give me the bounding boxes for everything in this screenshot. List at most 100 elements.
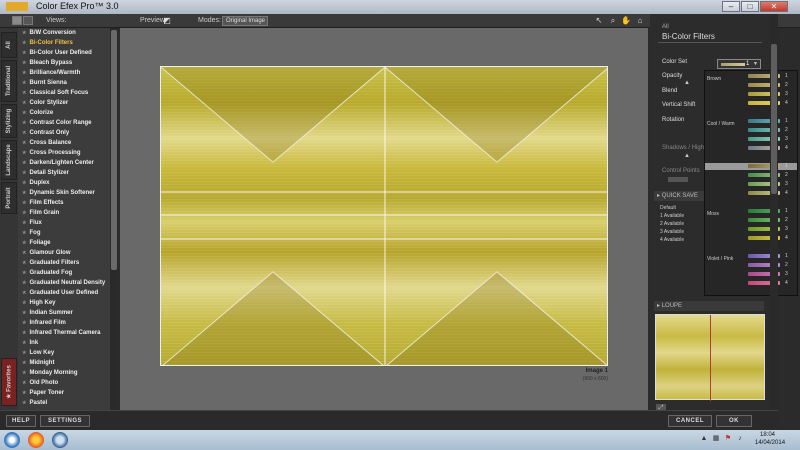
- favorite-star-icon[interactable]: ★: [22, 80, 26, 86]
- firefox-icon[interactable]: [28, 432, 44, 448]
- filter-item[interactable]: ★ Cross Processing: [18, 148, 110, 158]
- filter-item[interactable]: ★ Color Stylizer: [18, 98, 110, 108]
- modes-select[interactable]: Original Image: [222, 16, 268, 26]
- zoom-icon[interactable]: ⌕: [608, 16, 618, 26]
- favorite-star-icon[interactable]: ★: [22, 390, 26, 396]
- filter-item[interactable]: ★ Cross Balance: [18, 138, 110, 148]
- filter-item[interactable]: ★ Graduated Filters: [18, 258, 110, 268]
- favorite-star-icon[interactable]: ★: [22, 320, 26, 326]
- favorite-star-icon[interactable]: ★: [22, 90, 26, 96]
- app-task-icon[interactable]: [52, 432, 68, 448]
- favorite-star-icon[interactable]: ★: [22, 110, 26, 116]
- favorite-star-icon[interactable]: ★: [22, 70, 26, 76]
- filter-item[interactable]: ★ Infrared Film: [18, 318, 110, 328]
- favorite-star-icon[interactable]: ★: [22, 150, 26, 156]
- quick-save-slot-2[interactable]: 2 Available: [660, 221, 684, 227]
- filter-item[interactable]: ★ Fog: [18, 228, 110, 238]
- favorite-star-icon[interactable]: ★: [22, 280, 26, 286]
- tab-traditional[interactable]: Traditional: [1, 60, 17, 102]
- favorite-star-icon[interactable]: ★: [22, 260, 26, 266]
- favorite-star-icon[interactable]: ★: [22, 300, 26, 306]
- start-button[interactable]: [4, 432, 20, 448]
- favorite-star-icon[interactable]: ★: [22, 350, 26, 356]
- filter-list-scrollbar[interactable]: [110, 28, 118, 410]
- favorite-star-icon[interactable]: ★: [22, 40, 26, 46]
- filter-item[interactable]: ★ Monday Morning: [18, 368, 110, 378]
- pointer-icon[interactable]: ↖: [594, 16, 604, 26]
- ok-button[interactable]: OK: [716, 415, 752, 427]
- filter-item[interactable]: ★ Low Key: [18, 348, 110, 358]
- add-control-point-button[interactable]: [668, 177, 688, 182]
- split-view-button[interactable]: [23, 16, 33, 25]
- favorite-star-icon[interactable]: ★: [22, 360, 26, 366]
- favorite-star-icon[interactable]: ★: [22, 180, 26, 186]
- scrollbar-thumb[interactable]: [111, 30, 117, 270]
- favorite-star-icon[interactable]: ★: [22, 200, 26, 206]
- quick-save-default[interactable]: Default: [660, 205, 676, 211]
- filter-item[interactable]: ★ Graduated User Defined: [18, 288, 110, 298]
- filter-item[interactable]: ★ Paper Toner: [18, 388, 110, 398]
- color-set-select[interactable]: 1 ▼: [717, 59, 761, 69]
- quick-save-slot-1[interactable]: 1 Available: [660, 213, 684, 219]
- favorite-star-icon[interactable]: ★: [22, 370, 26, 376]
- favorite-star-icon[interactable]: ★: [22, 30, 26, 36]
- favorite-star-icon[interactable]: ★: [22, 340, 26, 346]
- preview-toggle-icon[interactable]: ◩: [162, 16, 172, 26]
- flag-icon[interactable]: ⚑: [724, 435, 732, 443]
- filter-item[interactable]: ★ Film Effects: [18, 198, 110, 208]
- tab-favorites[interactable]: ★ Favorites: [1, 358, 17, 406]
- filter-item[interactable]: ★ Midnight: [18, 358, 110, 368]
- quick-save-slot-3[interactable]: 3 Available: [660, 229, 684, 235]
- favorite-star-icon[interactable]: ★: [22, 220, 26, 226]
- volume-icon[interactable]: ♪: [736, 435, 744, 443]
- favorite-star-icon[interactable]: ★: [22, 130, 26, 136]
- quick-save-slot-4[interactable]: 4 Available: [660, 237, 684, 243]
- network-icon[interactable]: ▦: [712, 435, 720, 443]
- panel-scrollbar[interactable]: [770, 14, 778, 410]
- filter-item[interactable]: ★ Old Photo: [18, 378, 110, 388]
- filter-item[interactable]: ★ Dynamic Skin Softener: [18, 188, 110, 198]
- fit-icon[interactable]: ⌂: [635, 16, 645, 26]
- filter-item[interactable]: ★ Infrared Thermal Camera: [18, 328, 110, 338]
- tab-portrait[interactable]: Portrait: [1, 182, 17, 214]
- loupe-header[interactable]: ▸ LOUPE: [654, 301, 764, 311]
- favorite-star-icon[interactable]: ★: [22, 210, 26, 216]
- help-button[interactable]: HELP: [6, 415, 36, 427]
- favorite-star-icon[interactable]: ★: [22, 100, 26, 106]
- favorite-star-icon[interactable]: ★: [22, 160, 26, 166]
- favorite-star-icon[interactable]: ★: [22, 190, 26, 196]
- filter-item[interactable]: ★ Graduated Fog: [18, 268, 110, 278]
- filter-item[interactable]: ★ Darken/Lighten Center: [18, 158, 110, 168]
- filter-item[interactable]: ★ Brilliance/Warmth: [18, 68, 110, 78]
- filter-item[interactable]: ★ Burnt Sienna: [18, 78, 110, 88]
- tray-chevron-icon[interactable]: ▲: [700, 435, 708, 443]
- favorite-star-icon[interactable]: ★: [22, 270, 26, 276]
- favorite-star-icon[interactable]: ★: [22, 290, 26, 296]
- favorite-star-icon[interactable]: ★: [22, 380, 26, 386]
- filter-item[interactable]: ★ High Key: [18, 298, 110, 308]
- favorite-star-icon[interactable]: ★: [22, 250, 26, 256]
- filter-item[interactable]: ★ Flux: [18, 218, 110, 228]
- filter-item[interactable]: ★ Detail Stylizer: [18, 168, 110, 178]
- settings-button[interactable]: SETTINGS: [40, 415, 90, 427]
- favorite-star-icon[interactable]: ★: [22, 140, 26, 146]
- favorite-star-icon[interactable]: ★: [22, 240, 26, 246]
- single-view-button[interactable]: [12, 16, 22, 25]
- favorite-star-icon[interactable]: ★: [22, 170, 26, 176]
- maximize-button[interactable]: □: [741, 1, 759, 12]
- favorite-star-icon[interactable]: ★: [22, 50, 26, 56]
- filter-item[interactable]: ★ Film Grain: [18, 208, 110, 218]
- favorite-star-icon[interactable]: ★: [22, 230, 26, 236]
- favorite-star-icon[interactable]: ★: [22, 330, 26, 336]
- filter-item[interactable]: ★ Classical Soft Focus: [18, 88, 110, 98]
- filter-item[interactable]: ★ Colorize: [18, 108, 110, 118]
- filter-item[interactable]: ★ Foliage: [18, 238, 110, 248]
- favorite-star-icon[interactable]: ★: [22, 400, 26, 406]
- filter-item[interactable]: ★ Contrast Only: [18, 128, 110, 138]
- favorite-star-icon[interactable]: ★: [22, 60, 26, 66]
- minimize-button[interactable]: –: [722, 1, 740, 12]
- favorite-star-icon[interactable]: ★: [22, 310, 26, 316]
- filter-item[interactable]: ★ Bi-Color User Defined: [18, 48, 110, 58]
- cancel-button[interactable]: CANCEL: [668, 415, 712, 427]
- shadows-highlights-label[interactable]: Shadows / Highli: [662, 145, 707, 151]
